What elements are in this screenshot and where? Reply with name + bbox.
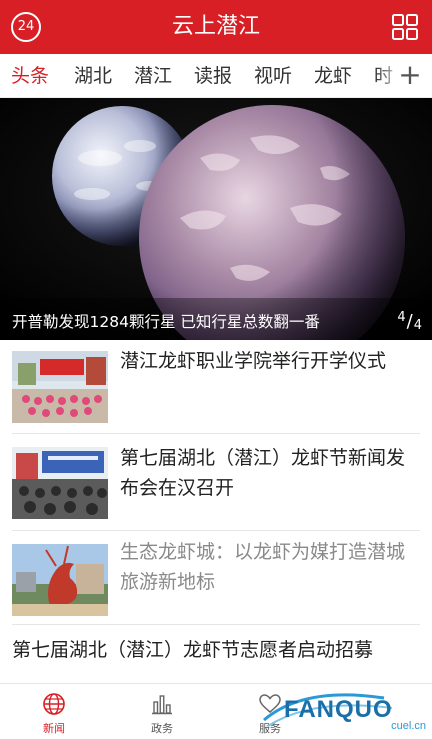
pager-total: 4 [413, 318, 422, 333]
globe-icon [43, 693, 65, 715]
news-thumbnail [12, 351, 108, 423]
nav-news-label: 新闻 [43, 722, 65, 735]
news-thumbnail [12, 544, 108, 616]
tab-qianjiang[interactable]: 潜江 [134, 54, 172, 97]
tab-newspaper[interactable]: 读报 [194, 54, 232, 97]
add-channel-button[interactable]: + [396, 54, 424, 97]
news-thumbnail [12, 447, 108, 519]
news-item[interactable]: 第七届湖北（潜江）龙虾节新闻发布会在汉召开 [12, 434, 420, 531]
nav-government-label: 政务 [151, 722, 173, 735]
news-title: 生态龙虾城：以龙虾为媒打造潜城旅游新地标 [120, 541, 406, 593]
pager-current: 4 [397, 310, 406, 325]
channel-tabs: 头条 湖北 潜江 读报 视听 龙虾 时 + [0, 54, 432, 98]
planets-image [0, 98, 432, 340]
watermark-logo: FANQUO cuel.cn [258, 690, 432, 739]
banner-caption: 开普勒发现1284颗行星 已知行星总数翻一番 [12, 313, 320, 331]
tab-headlines[interactable]: 头条 [11, 54, 49, 97]
news-item[interactable]: 生态龙虾城：以龙虾为媒打造潜城旅游新地标 [12, 531, 420, 625]
watermark-text: FANQUO [284, 696, 393, 723]
app-title: 云上潜江 [171, 14, 260, 39]
watermark-subtext: cuel.cn [391, 720, 426, 732]
news-title: 第七届湖北（潜江）龙虾节新闻发布会在汉召开 [120, 447, 406, 499]
tab-video[interactable]: 视听 [254, 54, 292, 97]
banner-pager: 4/4 [397, 310, 422, 333]
nav-news[interactable]: 新闻 [0, 684, 108, 739]
news-title: 潜江龙虾职业学院举行开学仪式 [120, 350, 387, 372]
news-title: 第七届湖北（潜江）龙虾节志愿者启动招募 [12, 639, 374, 661]
nav-government[interactable]: 政务 [108, 684, 216, 739]
app-header: 24 云上潜江 [0, 0, 432, 54]
news-item[interactable]: 第七届湖北（潜江）龙虾节志愿者启动招募 [12, 625, 420, 683]
tab-crayfish[interactable]: 龙虾 [314, 54, 352, 97]
tab-hubei[interactable]: 湖北 [74, 54, 112, 97]
grid-menu-icon[interactable] [392, 14, 418, 40]
bar-chart-icon [152, 695, 172, 715]
news-item[interactable]: 潜江龙虾职业学院举行开学仪式 [12, 340, 420, 434]
featured-banner[interactable]: 开普勒发现1284颗行星 已知行星总数翻一番 4/4 [0, 98, 432, 340]
